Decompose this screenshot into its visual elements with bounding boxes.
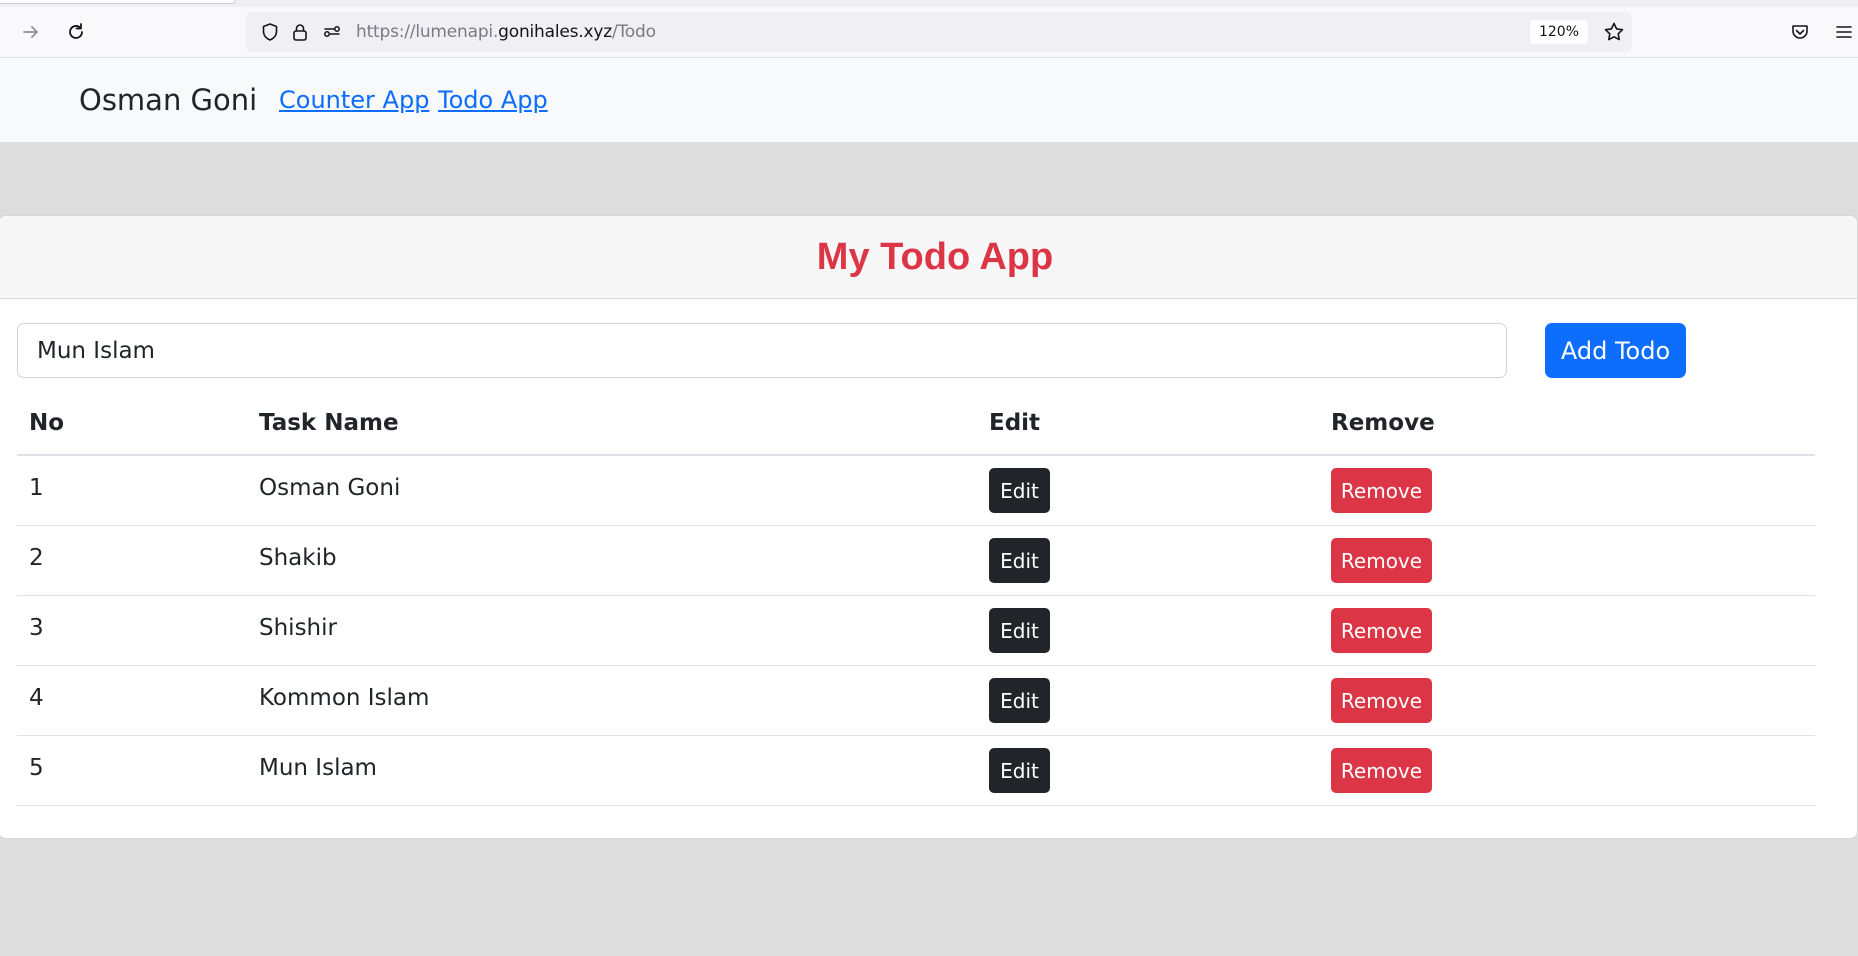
url-text[interactable]: https://lumenapi.gonihales.xyz/Todo: [356, 22, 656, 42]
todo-input[interactable]: [17, 323, 1507, 378]
row-task: Osman Goni: [247, 455, 977, 526]
page-title: My Todo App: [816, 235, 1054, 278]
card-header: My Todo App: [0, 216, 1857, 299]
app-navbar: Osman Goni Counter App Todo App: [0, 58, 1858, 142]
row-edit-cell: Edit: [977, 525, 1319, 596]
table-row: 1 Osman Goni Edit Remove: [17, 455, 1815, 526]
remove-button[interactable]: Remove: [1331, 748, 1432, 793]
menu-icon[interactable]: [1830, 18, 1858, 46]
browser-toolbar: https://lumenapi.gonihales.xyz/Todo 120%: [0, 0, 1858, 58]
header-remove: Remove: [1319, 392, 1815, 456]
add-todo-button[interactable]: Add Todo: [1545, 323, 1686, 378]
active-tab-edge[interactable]: [0, 0, 236, 4]
row-remove-cell: Remove: [1319, 735, 1815, 806]
table-row: 2 Shakib Edit Remove: [17, 525, 1815, 596]
row-edit-cell: Edit: [977, 455, 1319, 526]
row-no-text: 3: [29, 614, 44, 641]
row-remove-cell: Remove: [1319, 595, 1815, 666]
row-task: Kommon Islam: [247, 665, 977, 736]
row-no-text: 2: [29, 544, 44, 571]
row-task: Shishir: [247, 595, 977, 666]
header-no: No: [17, 392, 247, 456]
table-row: 5 Mun Islam Edit Remove: [17, 735, 1815, 806]
navbar-brand[interactable]: Osman Goni: [79, 83, 257, 117]
row-no: 5: [17, 735, 247, 806]
row-no: 3: [17, 595, 247, 666]
permissions-icon[interactable]: [318, 18, 346, 46]
edit-button[interactable]: Edit: [989, 678, 1050, 723]
row-task-text: Osman Goni: [259, 474, 401, 501]
row-no-text: 4: [29, 684, 44, 711]
row-task-text: Kommon Islam: [259, 684, 430, 711]
table-header-row: No Task Name Edit Remove: [17, 392, 1815, 456]
row-task: Shakib: [247, 525, 977, 596]
row-no: 1: [17, 455, 247, 526]
row-edit-cell: Edit: [977, 595, 1319, 666]
row-task: Mun Islam: [247, 735, 977, 806]
row-no-text: 5: [29, 754, 44, 781]
row-task-text: Mun Islam: [259, 754, 377, 781]
url-prefix: https://lumenapi.: [356, 22, 499, 42]
edit-button[interactable]: Edit: [989, 538, 1050, 583]
row-no-text: 1: [29, 474, 44, 501]
forward-icon[interactable]: [17, 18, 45, 46]
table-row: 3 Shishir Edit Remove: [17, 595, 1815, 666]
todo-table: No Task Name Edit Remove 1 Osman Goni Ed…: [17, 392, 1815, 806]
edit-button[interactable]: Edit: [989, 608, 1050, 653]
header-edit: Edit: [977, 392, 1319, 456]
remove-button[interactable]: Remove: [1331, 538, 1432, 583]
pocket-icon[interactable]: [1786, 18, 1814, 46]
row-no: 4: [17, 665, 247, 736]
lock-icon[interactable]: [286, 18, 314, 46]
header-task-name: Task Name: [247, 392, 977, 456]
url-path: /Todo: [611, 22, 656, 42]
reload-icon[interactable]: [62, 18, 90, 46]
row-edit-cell: Edit: [977, 665, 1319, 736]
remove-button[interactable]: Remove: [1331, 678, 1432, 723]
nav-link-todo-app[interactable]: Todo App: [438, 86, 548, 114]
bookmark-star-icon[interactable]: [1600, 18, 1628, 46]
row-edit-cell: Edit: [977, 735, 1319, 806]
nav-link-counter-app[interactable]: Counter App: [279, 86, 429, 114]
todo-card: My Todo App Add Todo No Task Name Edit R…: [0, 215, 1858, 839]
tab-strip: [0, 0, 1858, 7]
shield-icon[interactable]: [256, 18, 284, 46]
url-bar[interactable]: https://lumenapi.gonihales.xyz/Todo 120%: [246, 12, 1632, 52]
remove-button[interactable]: Remove: [1331, 468, 1432, 513]
row-remove-cell: Remove: [1319, 665, 1815, 736]
table-row: 4 Kommon Islam Edit Remove: [17, 665, 1815, 736]
edit-button[interactable]: Edit: [989, 748, 1050, 793]
edit-button[interactable]: Edit: [989, 468, 1050, 513]
row-task-text: Shishir: [259, 614, 337, 641]
row-task-text: Shakib: [259, 544, 337, 571]
url-domain: gonihales.xyz: [498, 22, 612, 42]
row-remove-cell: Remove: [1319, 525, 1815, 596]
zoom-level-badge[interactable]: 120%: [1529, 20, 1588, 44]
row-remove-cell: Remove: [1319, 455, 1815, 526]
remove-button[interactable]: Remove: [1331, 608, 1432, 653]
row-no: 2: [17, 525, 247, 596]
